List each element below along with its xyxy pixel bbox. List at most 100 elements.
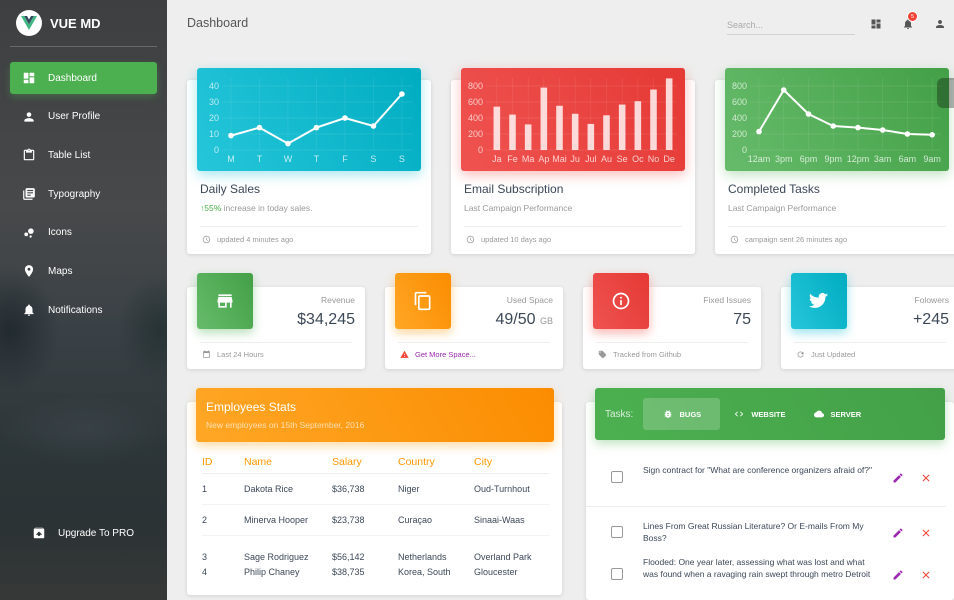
revenue-stat-card: Revenue $34,245 Last 24 Hours <box>187 273 365 369</box>
sidebar-item-table-list[interactable]: Table List <box>10 139 157 171</box>
task-checkbox[interactable] <box>611 568 623 580</box>
data-point <box>313 124 320 131</box>
tab-label: SERVER <box>830 409 862 419</box>
close-icon[interactable] <box>920 526 932 538</box>
column-header: Country <box>398 451 474 474</box>
task-checkbox[interactable] <box>611 471 623 483</box>
clock-icon <box>202 235 211 244</box>
table-cell: 3 <box>202 552 208 562</box>
upgrade-label: Upgrade To PRO <box>58 527 134 539</box>
y-tick-label: 10 <box>209 129 219 139</box>
data-point <box>830 123 837 129</box>
search-input[interactable] <box>727 16 855 35</box>
edit-icon[interactable] <box>892 568 904 580</box>
info-outline-icon <box>593 273 649 329</box>
person-icon[interactable] <box>934 17 946 29</box>
chart-title: Completed Tasks <box>728 182 820 196</box>
footer-text: updated 10 days ago <box>481 235 552 244</box>
data-point <box>342 115 348 121</box>
x-tick-label: Mai <box>552 154 567 164</box>
bar <box>665 78 673 150</box>
table-cell: Overland Park <box>474 552 532 562</box>
tab-bugs[interactable]: BUGS <box>643 398 721 430</box>
get-more-space-link[interactable]: Get More Space... <box>415 350 476 359</box>
card-footer: Just Updated <box>796 350 855 359</box>
card-footer: updated 10 days ago <box>466 235 551 244</box>
edit-icon[interactable] <box>892 471 904 483</box>
clock-icon <box>730 235 739 244</box>
chart-title: Email Subscription <box>464 182 564 196</box>
upgrade-to-pro-button[interactable]: Upgrade To PRO <box>20 517 167 549</box>
bar <box>650 89 657 150</box>
x-tick-label: 12am <box>748 154 771 164</box>
close-icon[interactable] <box>920 568 932 580</box>
bell-icon <box>22 303 36 317</box>
sidebar-item-label: Typography <box>48 188 101 200</box>
card-divider <box>596 342 748 343</box>
x-tick-label: W <box>284 154 293 164</box>
task-text: Flooded: One year later, assessing what … <box>643 557 871 579</box>
sidebar-item-typography[interactable]: Typography <box>10 178 157 210</box>
x-tick-label: S <box>399 154 405 164</box>
y-tick-label: 400 <box>732 113 747 123</box>
x-tick-label: F <box>342 154 348 164</box>
tab-label: WEBSITE <box>751 409 786 419</box>
page-title: Dashboard <box>187 16 249 30</box>
vue-logo-icon <box>16 10 42 36</box>
sidebar-item-notifications[interactable]: Notifications <box>10 294 157 326</box>
x-tick-label: Ap <box>538 154 549 164</box>
stat-value: 75 <box>733 311 751 328</box>
bar <box>634 101 642 150</box>
increase-text: increase in today sales. <box>221 203 313 213</box>
x-tick-label: Ju <box>570 154 580 164</box>
table-cell: 2 <box>202 504 244 536</box>
x-tick-label: 12pm <box>847 154 870 164</box>
sidebar: VUE MD Dashboard User Profile Table List… <box>0 0 167 600</box>
store-icon <box>197 273 253 329</box>
daily-sales-card: 0 10 20 30 40 M T W T F S S Daily Sales ↑55% increa… <box>187 68 431 254</box>
increase-percent: 55% <box>204 203 222 213</box>
table-cell: Netherlands <box>398 552 447 562</box>
close-icon[interactable] <box>920 471 932 483</box>
table-row: 2 Minerva Hooper $23,738 Curaçao Sinaai-… <box>202 504 549 536</box>
task-checkbox[interactable] <box>611 526 623 538</box>
top-navbar: Dashboard 5 <box>167 0 954 46</box>
settings-plugin-toggle[interactable] <box>937 78 954 108</box>
y-tick-label: 30 <box>209 97 219 107</box>
brand[interactable]: VUE MD <box>0 0 167 46</box>
tab-server[interactable]: SERVER <box>800 398 876 430</box>
y-tick-label: 200 <box>732 129 747 139</box>
chart-subtitle: Last Campaign Performance <box>464 203 573 213</box>
column-header: Salary <box>332 451 398 474</box>
series-line <box>758 88 933 136</box>
edit-icon[interactable] <box>892 526 904 538</box>
sidebar-item-label: Dashboard <box>48 72 97 84</box>
sidebar-item-icons[interactable]: Icons <box>10 217 157 249</box>
table-cell: Sinaai-Waas <box>474 504 549 536</box>
x-tick-label: Ma <box>522 154 535 164</box>
stat-label: Folowers <box>914 295 949 305</box>
dashboard-icon <box>22 71 36 85</box>
bubble-chart-icon <box>22 226 36 240</box>
table-cell: $23,738 <box>332 504 398 536</box>
bar <box>493 106 501 150</box>
sidebar-item-dashboard[interactable]: Dashboard <box>10 62 157 94</box>
card-divider <box>398 342 550 343</box>
footer-text: Tracked from Github <box>613 350 682 359</box>
data-point <box>780 87 787 93</box>
refresh-icon <box>797 351 804 358</box>
sidebar-item-maps[interactable]: Maps <box>10 255 157 287</box>
y-tick-label: 40 <box>209 81 219 91</box>
y-tick-label: 0 <box>214 145 219 155</box>
x-tick-label: No <box>648 154 660 164</box>
stat-value: +245 <box>912 311 949 328</box>
card-divider <box>200 342 352 343</box>
dashboard-icon[interactable] <box>870 17 882 29</box>
task-divider <box>586 506 946 507</box>
bar <box>509 114 516 150</box>
brand-name: VUE MD <box>50 15 101 31</box>
bar <box>571 113 579 150</box>
tab-website[interactable]: WEBSITE <box>720 398 799 430</box>
sidebar-item-user-profile[interactable]: User Profile <box>10 101 157 133</box>
data-point <box>805 111 812 117</box>
